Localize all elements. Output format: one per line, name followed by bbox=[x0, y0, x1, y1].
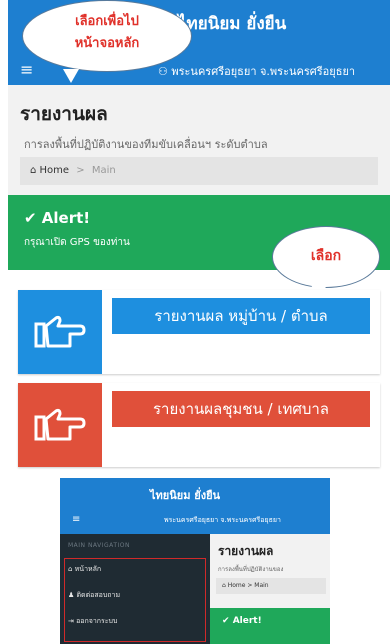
mini-nav-home-label: หน้าหลัก bbox=[74, 565, 102, 573]
callout-back-home: เลือกเพื่อไป หน้าจอหลัก bbox=[22, 0, 192, 83]
mini-sidebar: MAIN NAVIGATION ⌂ หน้าหลัก ♟ ติดต่อสอบถา… bbox=[60, 534, 210, 644]
card-community-report: รายงานผลชุมชน / เทศบาล bbox=[18, 383, 380, 467]
hamburger-icon[interactable]: ≡ bbox=[20, 60, 33, 79]
mini-alert-title: Alert! bbox=[232, 616, 262, 626]
village-report-button[interactable]: รายงานผล หมู่บ้าน / ตำบล bbox=[112, 298, 370, 334]
alert-title: ✔ Alert! bbox=[24, 209, 90, 227]
mini-nav-label: MAIN NAVIGATION bbox=[68, 542, 130, 549]
check-icon: ✔ bbox=[24, 209, 42, 227]
mini-main: รายงานผล การลงพื้นที่ปฏิบัติงานของ ⌂ Hom… bbox=[210, 534, 330, 644]
app-title: ไทยนิยม ยั่งยืน bbox=[178, 14, 287, 34]
callout-choose: เลือก bbox=[272, 226, 380, 299]
callout-back-home-text: เลือกเพื่อไป หน้าจอหลัก bbox=[74, 14, 140, 51]
mini-hamburger-icon[interactable]: ≡ bbox=[72, 514, 80, 525]
mini-title: ไทยนิยม ยั่งยืน bbox=[150, 489, 221, 502]
breadcrumb-current: Main bbox=[91, 165, 116, 176]
pointing-hand-icon[interactable] bbox=[18, 383, 102, 467]
mini-location: พระนครศรีอยุธยา จ.พระนครศรีอยุธยา bbox=[164, 516, 281, 524]
breadcrumb-home[interactable]: Home bbox=[40, 165, 70, 176]
breadcrumb-separator: > bbox=[76, 165, 85, 176]
mini-nav-home[interactable]: ⌂ หน้าหลัก bbox=[68, 564, 101, 575]
mini-breadcrumb-home[interactable]: Home bbox=[228, 582, 246, 589]
pointing-hand-svg bbox=[34, 315, 86, 348]
mini-nav-logout-label: ออกจากระบบ bbox=[76, 617, 118, 625]
user-icon: ⚇ bbox=[158, 65, 172, 78]
mini-header: ไทยนิยม ยั่งยืน ≡ พระนครศรีอยุธยา จ.พระน… bbox=[60, 478, 330, 534]
mini-breadcrumb-current: Main bbox=[254, 582, 269, 589]
mini-page-subtitle: การลงพื้นที่ปฏิบัติงานของ bbox=[218, 566, 284, 573]
alert-text: กรุณาเปิด GPS ของท่าน bbox=[24, 237, 130, 248]
home-icon: ⌂ bbox=[30, 165, 40, 176]
pointing-hand-svg bbox=[34, 408, 86, 441]
mini-nav-contact[interactable]: ♟ ติดต่อสอบถาม bbox=[68, 590, 120, 601]
pointing-hand-icon[interactable] bbox=[18, 290, 102, 374]
mini-nav-contact-label: ติดต่อสอบถาม bbox=[76, 591, 121, 599]
page-title: รายงานผล bbox=[20, 103, 108, 125]
card-village-report: รายงานผล หมู่บ้าน / ตำบล bbox=[18, 290, 380, 374]
page-subtitle: การลงพื้นที่ปฏิบัติงานของทีมขับเคลื่อนฯ … bbox=[24, 138, 268, 151]
alert-title-text: Alert! bbox=[41, 209, 91, 227]
callout-choose-text: เลือก bbox=[310, 248, 342, 264]
embedded-screenshot: ไทยนิยม ยั่งยืน ≡ พระนครศรีอยุธยา จ.พระน… bbox=[60, 478, 330, 644]
location-label: ⚇ พระนครศรีอยุธยา จ.พระนครศรีอยุธยา bbox=[158, 62, 355, 80]
mini-breadcrumb: ⌂ Home > Main bbox=[216, 578, 326, 594]
community-report-button[interactable]: รายงานผลชุมชน / เทศบาล bbox=[112, 391, 370, 427]
mini-page-title: รายงานผล bbox=[218, 544, 274, 558]
breadcrumb: ⌂ Home > Main bbox=[20, 157, 378, 185]
mini-alert: ✔ Alert! bbox=[210, 608, 330, 644]
mini-nav-logout[interactable]: ⇥ ออกจากระบบ bbox=[68, 616, 117, 627]
page-header: รายงานผล การลงพื้นที่ปฏิบัติงานของทีมขับ… bbox=[8, 85, 390, 195]
location-text: พระนครศรีอยุธยา จ.พระนครศรีอยุธยา bbox=[171, 65, 356, 78]
